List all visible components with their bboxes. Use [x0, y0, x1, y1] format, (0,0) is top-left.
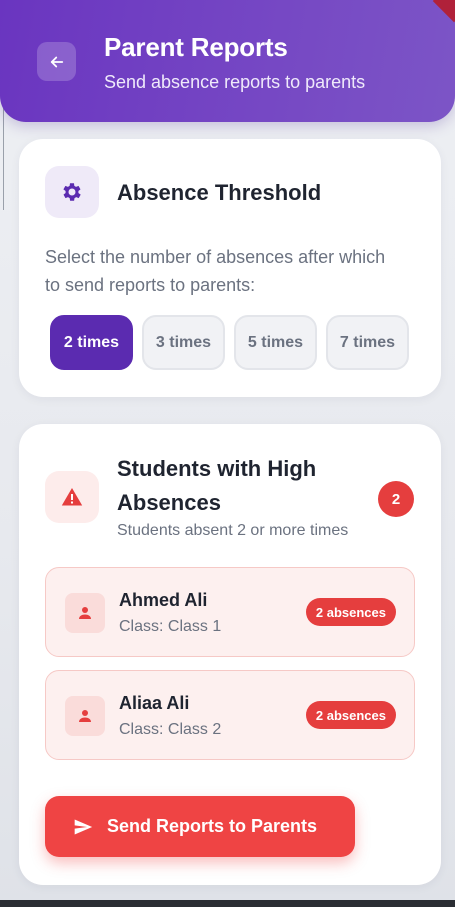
system-nav-bar [0, 900, 455, 907]
arrow-left-icon [50, 56, 63, 67]
threshold-description: Select the number of absences after whic… [45, 247, 386, 295]
student-item[interactable]: Aliaa Ali Class: Class 2 2 absences [45, 670, 415, 760]
debug-corner-badge [432, 0, 455, 23]
threshold-option-7[interactable]: 7 times [326, 315, 409, 370]
threshold-card: Absence Threshold Select the number of a… [19, 139, 441, 397]
send-reports-button[interactable]: Send Reports to Parents [45, 796, 355, 857]
send-icon [74, 819, 93, 834]
student-name: Ahmed Ali [119, 590, 208, 610]
high-absences-title: Students with High Absences [117, 456, 317, 515]
student-item[interactable]: Ahmed Ali Class: Class 1 2 absences [45, 567, 415, 657]
absence-count-badge: 2 absences [305, 701, 396, 729]
person-icon [79, 607, 91, 619]
student-count-badge: 2 [378, 481, 414, 517]
app-header: Parent Reports Send absence reports to p… [0, 0, 455, 122]
warning-icon-box [45, 471, 99, 523]
student-name: Aliaa Ali [119, 693, 190, 713]
gear-icon [63, 183, 81, 201]
send-reports-label: Send Reports to Parents [107, 816, 318, 836]
settings-icon-box [45, 166, 99, 218]
threshold-options: 2 times 3 times 5 times 7 times [50, 315, 409, 370]
high-absences-card: Students with High Absences Students abs… [19, 424, 441, 885]
back-button[interactable] [37, 42, 76, 81]
page-title: Parent Reports [104, 32, 288, 62]
person-icon [79, 710, 91, 722]
threshold-option-2[interactable]: 2 times [50, 315, 133, 370]
absence-count-badge: 2 absences [305, 598, 396, 626]
threshold-option-3[interactable]: 3 times [142, 315, 225, 370]
student-class: Class: Class 2 [119, 721, 222, 738]
high-absences-subtitle: Students absent 2 or more times [117, 522, 349, 539]
threshold-option-5[interactable]: 5 times [234, 315, 317, 370]
avatar [65, 593, 105, 633]
threshold-title: Absence Threshold [117, 180, 322, 205]
student-class: Class: Class 1 [119, 618, 222, 635]
warning-icon [61, 488, 83, 506]
page-subtitle: Send absence reports to parents [104, 72, 366, 92]
avatar [65, 696, 105, 736]
